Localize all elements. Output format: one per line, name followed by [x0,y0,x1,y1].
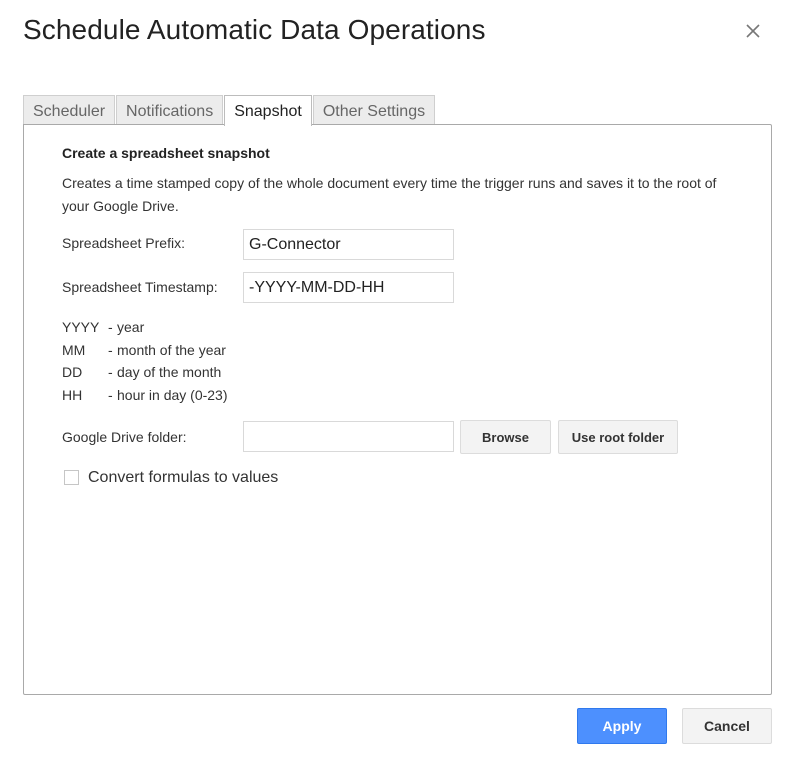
legend-key: MM [62,341,86,358]
apply-button[interactable]: Apply [577,708,667,744]
convert-formulas-checkbox[interactable] [64,470,79,485]
legend-row: DD - day of the month [62,364,228,387]
convert-formulas-label[interactable]: Convert formulas to values [88,469,278,487]
close-button[interactable] [742,20,764,42]
use-root-folder-button[interactable]: Use root folder [558,420,678,454]
legend-key: HH [62,386,83,403]
legend-desc: day of the month [117,364,222,380]
legend-row: MM - month of the year [62,342,228,365]
timestamp-label: Spreadsheet Timestamp: [62,279,218,295]
tab-snapshot[interactable]: Snapshot [224,95,312,126]
tab-bar: Scheduler Notifications Snapshot Other S… [23,95,436,126]
legend-desc: month of the year [117,341,226,358]
legend-separator: - [108,364,113,380]
browse-button[interactable]: Browse [460,420,551,454]
legend-separator: - [108,319,113,335]
folder-label: Google Drive folder: [62,429,187,445]
timestamp-input[interactable] [243,272,454,303]
folder-input[interactable] [243,421,454,452]
close-icon [746,24,760,38]
legend-key: YYYY [62,319,100,335]
legend-row: HH - hour in day (0-23) [62,387,228,410]
prefix-input[interactable] [243,229,454,260]
legend-desc: hour in day (0-23) [117,386,228,403]
legend-desc: year [117,319,145,335]
timestamp-legend: YYYY - year MM - month of the year DD - … [62,319,228,409]
legend-separator: - [108,386,113,403]
tab-other-settings[interactable]: Other Settings [312,95,436,125]
prefix-label: Spreadsheet Prefix: [62,235,185,251]
dialog-title: Schedule Automatic Data Operations [23,14,486,45]
legend-key: DD [62,364,83,380]
section-heading: Create a spreadsheet snapshot [62,145,270,161]
cancel-button[interactable]: Cancel [682,708,772,744]
section-description: Creates a time stamped copy of the whole… [62,175,717,214]
tab-scheduler[interactable]: Scheduler [23,95,116,125]
legend-row: YYYY - year [62,319,228,342]
tab-notifications[interactable]: Notifications [116,95,224,125]
legend-separator: - [108,341,113,358]
snapshot-panel: Create a spreadsheet snapshot Creates a … [23,124,772,695]
